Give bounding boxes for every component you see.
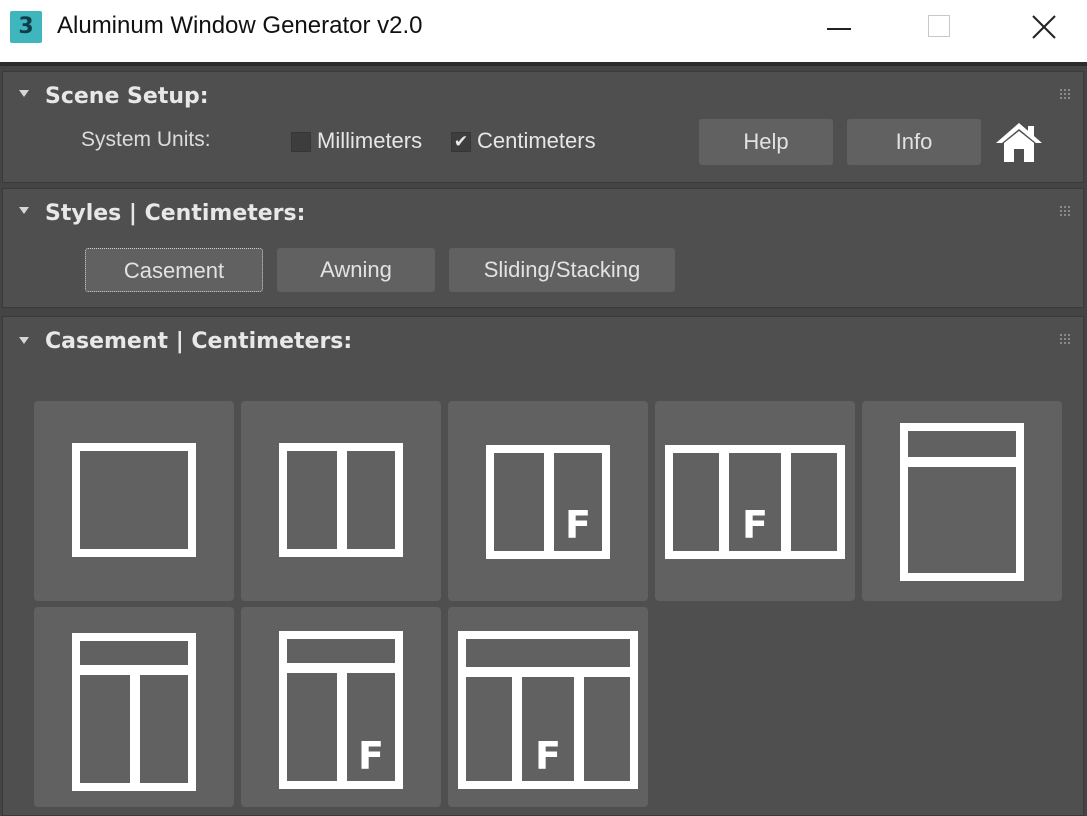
collapse-arrow-icon[interactable] (19, 207, 29, 214)
collapse-arrow-icon[interactable] (19, 90, 29, 97)
preset-window-transom-single[interactable] (862, 401, 1062, 601)
minimize-button[interactable] (787, 0, 887, 56)
millimeters-checkbox[interactable] (291, 132, 311, 152)
fixed-pane-mark: F (358, 734, 384, 778)
window-title: Aluminum Window Generator v2.0 (57, 12, 423, 39)
preset-window-transom-triple-fixed[interactable]: F (448, 607, 648, 807)
preset-window-triple-fixed-center[interactable]: F (655, 401, 855, 601)
window-transom-single-icon (900, 423, 1024, 581)
close-icon (1032, 15, 1056, 39)
window-transom-double-icon (72, 633, 196, 791)
window-double-fixed-icon: F (486, 445, 610, 559)
styles-rollout: Styles | Centimeters: Casement Awning Sl… (2, 188, 1084, 308)
preset-window-transom-double[interactable] (34, 607, 234, 807)
preset-window-double-fixed[interactable]: F (448, 401, 648, 601)
window-border (0, 62, 1087, 66)
help-button[interactable]: Help (699, 119, 833, 165)
window-triple-fixed-center-icon: F (665, 445, 845, 559)
casement-rollout: Casement | Centimeters: F F F F (2, 316, 1084, 816)
awning-style-button[interactable]: Awning (277, 248, 435, 292)
centimeters-label[interactable]: Centimeters (477, 128, 596, 154)
info-button[interactable]: Info (847, 119, 981, 165)
sliding-stacking-style-button[interactable]: Sliding/Stacking (449, 248, 675, 292)
preset-window-single[interactable] (34, 401, 234, 601)
fixed-pane-mark: F (535, 734, 561, 778)
app-icon: 3 (10, 11, 42, 43)
millimeters-label[interactable]: Millimeters (317, 128, 422, 154)
preset-window-transom-double-fixed[interactable]: F (241, 607, 441, 807)
scene-setup-rollout: Scene Setup: System Units: Millimeters ✔… (2, 71, 1084, 183)
grip-icon[interactable] (1059, 333, 1071, 345)
fixed-pane-mark: F (565, 503, 591, 547)
scene-setup-title[interactable]: Scene Setup: (45, 84, 209, 109)
maximize-icon (928, 15, 950, 37)
grip-icon[interactable] (1059, 88, 1071, 100)
window-transom-double-fixed-icon: F (279, 631, 403, 789)
window-single-icon (72, 443, 196, 557)
styles-title[interactable]: Styles | Centimeters: (45, 201, 305, 226)
preset-window-double[interactable] (241, 401, 441, 601)
casement-style-button[interactable]: Casement (85, 248, 263, 292)
grip-icon[interactable] (1059, 205, 1071, 217)
window-transom-triple-fixed-icon: F (458, 631, 638, 789)
minimize-icon (827, 28, 851, 30)
collapse-arrow-icon[interactable] (19, 337, 29, 344)
centimeters-checkbox[interactable]: ✔ (451, 132, 471, 152)
casement-title[interactable]: Casement | Centimeters: (45, 329, 352, 354)
title-bar: 3 Aluminum Window Generator v2.0 (0, 0, 1087, 62)
home-icon[interactable] (993, 118, 1045, 166)
window-double-icon (279, 443, 403, 557)
system-units-label: System Units: (81, 128, 211, 151)
fixed-pane-mark: F (742, 503, 768, 547)
close-button[interactable] (995, 0, 1087, 56)
maximize-button[interactable] (888, 0, 988, 56)
